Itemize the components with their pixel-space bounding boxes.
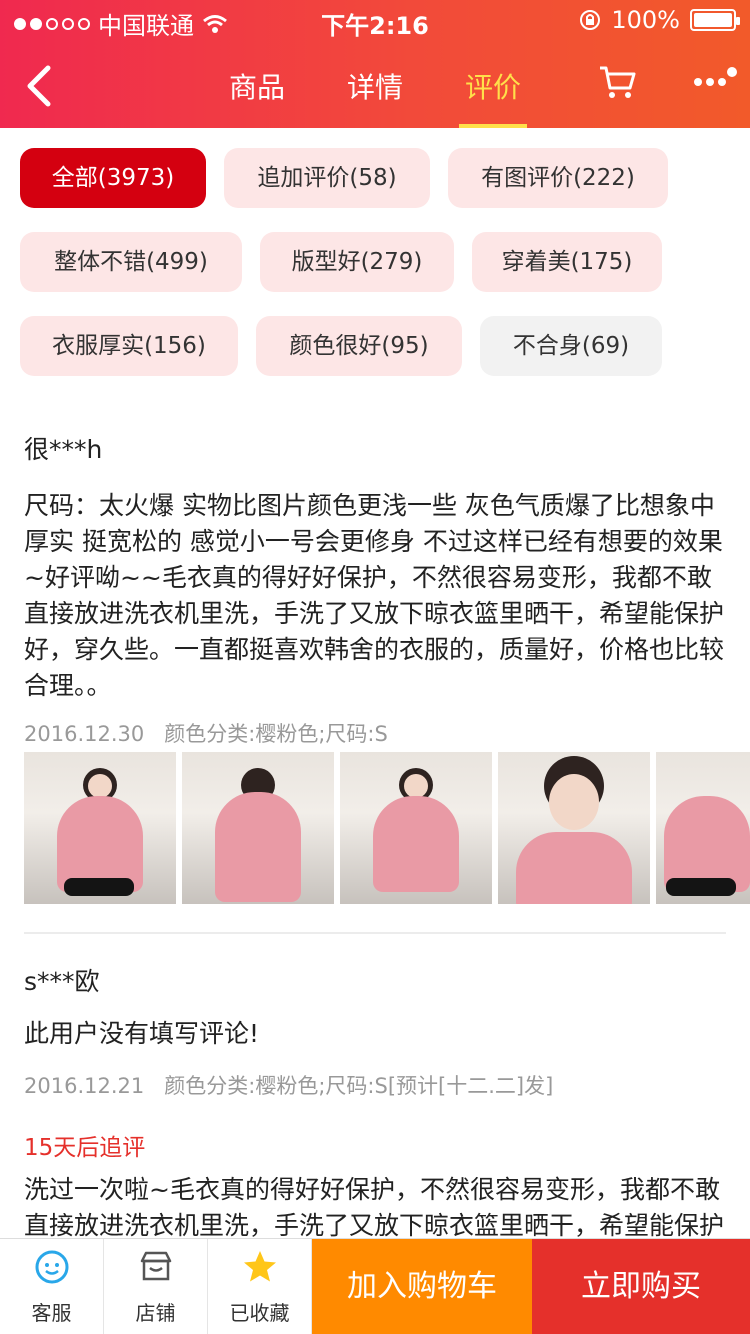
review-photo[interactable] xyxy=(182,752,334,904)
filter-looks-good[interactable]: 穿着美(175) xyxy=(472,232,662,292)
bottom-action-bar: 客服 店铺 已收藏 加入购物车 立即购买 xyxy=(0,1238,750,1334)
review-divider xyxy=(24,932,726,934)
status-bar: 中国联通 下午2:16 100% xyxy=(0,0,750,40)
header: 中国联通 下午2:16 100% 商品 详情 评价 xyxy=(0,0,750,128)
review-date: 2016.12.21 xyxy=(24,1074,145,1098)
store-button[interactable]: 店铺 xyxy=(104,1239,208,1334)
review-content: 尺码：太火爆 实物比图片颜色更浅一些 灰色气质爆了比想象中厚实 挺宽松的 感觉小… xyxy=(24,491,725,700)
buy-now-button[interactable]: 立即购买 xyxy=(532,1239,750,1334)
orientation-lock-icon xyxy=(580,10,601,30)
chat-face-icon xyxy=(35,1250,69,1284)
battery-percent: 100% xyxy=(611,6,680,34)
tab-details[interactable]: 详情 xyxy=(341,48,409,128)
review-photo[interactable] xyxy=(498,752,650,904)
customer-service-button[interactable]: 客服 xyxy=(0,1239,104,1334)
review-meta: 2016.12.30 颜色分类:樱粉色;尺码:S xyxy=(24,718,726,748)
star-icon xyxy=(244,1251,276,1282)
review-item: s***欧 此用户没有填写评论! 2016.12.21 颜色分类:樱粉色;尺码:… xyxy=(24,962,726,1280)
review-spec: 颜色分类:樱粉色;尺码:S[预计[十二.二]发] xyxy=(164,1074,554,1098)
tab-reviews[interactable]: 评价 xyxy=(459,48,528,128)
tab-product[interactable]: 商品 xyxy=(223,48,291,128)
review-username: 很***h xyxy=(24,435,103,464)
filter-follow-up[interactable]: 追加评价(58) xyxy=(224,148,430,208)
filter-good-color[interactable]: 颜色很好(95) xyxy=(256,316,462,376)
review-photo[interactable] xyxy=(24,752,176,904)
review-spec: 颜色分类:樱粉色;尺码:S xyxy=(164,722,388,746)
filter-good-fit[interactable]: 版型好(279) xyxy=(260,232,454,292)
add-to-cart-button[interactable]: 加入购物车 xyxy=(312,1239,532,1334)
review-photo-strip xyxy=(24,752,750,906)
favorite-button[interactable]: 已收藏 xyxy=(208,1239,312,1334)
review-meta: 2016.12.21 颜色分类:樱粉色;尺码:S[预计[十二.二]发] xyxy=(24,1070,726,1100)
review-date: 2016.12.30 xyxy=(24,722,145,746)
filter-all[interactable]: 全部(3973) xyxy=(20,148,206,208)
filter-thick[interactable]: 衣服厚实(156) xyxy=(20,316,238,376)
review-content: 此用户没有填写评论! xyxy=(24,1019,260,1048)
follow-up-label: 15天后追评 xyxy=(24,1135,146,1161)
battery-icon xyxy=(690,9,740,31)
review-item: 很***h 尺码：太火爆 实物比图片颜色更浅一些 灰色气质爆了比想象中厚实 挺宽… xyxy=(24,430,726,748)
review-username: s***欧 xyxy=(24,967,100,996)
filter-overall-good[interactable]: 整体不错(499) xyxy=(20,232,242,292)
review-photo[interactable] xyxy=(656,752,750,904)
customer-service-label: 客服 xyxy=(31,1301,72,1325)
filter-poor-fit[interactable]: 不合身(69) xyxy=(480,316,662,376)
review-photo[interactable] xyxy=(340,752,492,904)
cart-icon[interactable] xyxy=(598,62,638,102)
store-label: 店铺 xyxy=(135,1301,176,1325)
nav-bar: 商品 详情 评价 xyxy=(0,48,750,128)
filter-with-photos[interactable]: 有图评价(222) xyxy=(448,148,668,208)
more-icon[interactable] xyxy=(690,66,740,96)
favorite-label: 已收藏 xyxy=(229,1301,290,1325)
store-icon xyxy=(140,1251,172,1281)
